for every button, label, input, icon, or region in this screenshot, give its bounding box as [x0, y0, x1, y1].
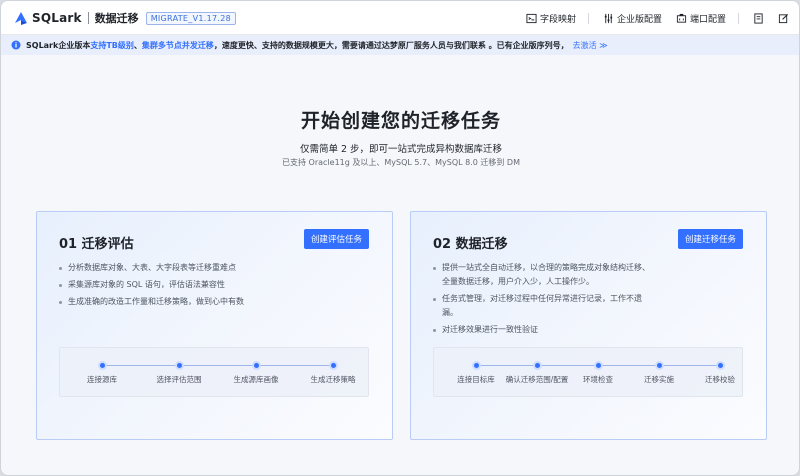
edit-icon: [778, 13, 788, 23]
notice-highlight-cluster: 集群多节点并发迁移: [141, 40, 214, 50]
product-name: 数据迁移: [94, 12, 139, 25]
list-item: 全量数据迁移，用户介入少，人工操作少。: [442, 277, 594, 286]
header-actions: 字段映射 企业版配置 端口配置: [512, 10, 789, 26]
notice-body: ，速度更快、支持的数据规模更大，需要请通过达梦原厂服务人员与我们联系 。已有企业…: [213, 40, 569, 50]
page-title: 开始创建您的迁移任务: [300, 110, 501, 132]
step-label: 迁移实施: [644, 375, 674, 384]
create-migration-button[interactable]: 创建迁移任务: [678, 229, 743, 249]
document-button[interactable]: [752, 12, 764, 24]
list-item: 漏。: [442, 308, 458, 317]
activate-link[interactable]: 去激活 ≫: [573, 40, 608, 51]
step-dot: [533, 361, 542, 370]
step-dot: [716, 361, 725, 370]
notice-prefix: SQLark企业版本: [26, 40, 91, 50]
step-label: 选择评估范围: [156, 375, 202, 384]
step-label: 迁移校验: [705, 375, 735, 384]
port-config-button[interactable]: 端口配置: [676, 12, 726, 25]
step-connector: [102, 365, 334, 366]
notice-separator: 、: [133, 40, 142, 50]
edit-button[interactable]: [777, 12, 789, 24]
list-item: 提供一站式全自动迁移，以合理的策略完成对象结构迁移、: [433, 262, 748, 274]
settings-sliders-icon: [604, 13, 613, 23]
list-item: 生成准确的改造工作量和迁移策略，做到心中有数: [59, 296, 374, 308]
enterprise-notice-bar: SQLark企业版本 支持TB级别 、 集群多节点并发迁移 ，速度更快、支持的数…: [1, 35, 799, 55]
app-window: SQLark 数据迁移 MIGRATE_V1.17.28 字段映射 企业版配置 …: [0, 0, 800, 476]
card-title: 02 数据迁移: [433, 237, 508, 252]
step-label: 连接目标库: [457, 375, 495, 384]
port-config-label: 端口配置: [689, 14, 726, 25]
migration-steps: 连接目标库 确认迁移范围/配置 环境检查 迁移实施 迁移校验: [433, 347, 743, 397]
create-assessment-button[interactable]: 创建评估任务: [304, 229, 369, 249]
assessment-steps: 连接源库 选择评估范围 生成源库画像 生成迁移策略: [59, 347, 369, 397]
step-dot: [329, 361, 338, 370]
list-item: 采集源库对象的 SQL 语句，评估语法兼容性: [59, 279, 374, 291]
document-icon: [753, 12, 763, 24]
feature-list: 分析数据库对象、大表、大字段表等迁移重难点 采集源库对象的 SQL 语句，评估语…: [59, 262, 374, 313]
brand: SQLark 数据迁移 MIGRATE_V1.17.28: [13, 10, 236, 26]
version-badge: MIGRATE_V1.17.28: [145, 11, 236, 25]
port-icon: [676, 13, 687, 23]
step-label: 确认迁移范围/配置: [505, 375, 569, 384]
step-dot: [98, 361, 107, 370]
step-dot: [655, 361, 664, 370]
migration-card: 02 数据迁移 创建迁移任务 提供一站式全自动迁移，以合理的策略完成对象结构迁移…: [410, 211, 767, 440]
header-divider-2: [738, 12, 739, 24]
page-subtitle: 仅需简单 2 步，即可一站式完成异构数据库迁移: [299, 144, 503, 155]
step-label: 生成源库画像: [233, 375, 279, 384]
step-label: 生成迁移策略: [310, 375, 356, 384]
enterprise-config-button[interactable]: 企业版配置: [603, 12, 662, 25]
header-divider: [587, 12, 589, 24]
list-item: 对迁移效果进行一致性验证: [433, 324, 748, 336]
supported-databases: 已支持 Oracle11g 及以上、MySQL 5.7、MySQL 8.0 迁移…: [282, 158, 520, 167]
logo-divider: [87, 12, 89, 24]
step-dot: [252, 361, 261, 370]
card-title: 01 迁移评估: [59, 237, 134, 252]
step-dot: [594, 361, 603, 370]
step-dot: [472, 361, 481, 370]
feature-list: 提供一站式全自动迁移，以合理的策略完成对象结构迁移、 全量数据迁移，用户介入少，…: [433, 262, 748, 341]
top-header: SQLark 数据迁移 MIGRATE_V1.17.28 字段映射 企业版配置 …: [1, 1, 799, 35]
enterprise-config-label: 企业版配置: [616, 14, 662, 25]
step-label: 环境检查: [583, 375, 613, 384]
field-mapping-button[interactable]: 字段映射: [526, 12, 576, 25]
step-dot: [175, 361, 184, 370]
list-item: 分析数据库对象、大表、大字段表等迁移重难点: [59, 262, 374, 274]
field-mapping-label: 字段映射: [539, 14, 576, 25]
notice-highlight-tb: 支持TB级别: [90, 40, 134, 50]
list-item: 任务式管理，对迁移过程中任何异常进行记录，工作不遗: [433, 293, 748, 305]
assessment-card: 01 迁移评估 创建评估任务 分析数据库对象、大表、大字段表等迁移重难点 采集源…: [36, 211, 393, 440]
logo-text: SQLark: [32, 11, 82, 25]
info-icon: [11, 40, 21, 50]
step-label: 连接源库: [87, 375, 117, 384]
field-mapping-icon: [526, 13, 537, 23]
sqlark-logo-icon: [15, 12, 27, 25]
